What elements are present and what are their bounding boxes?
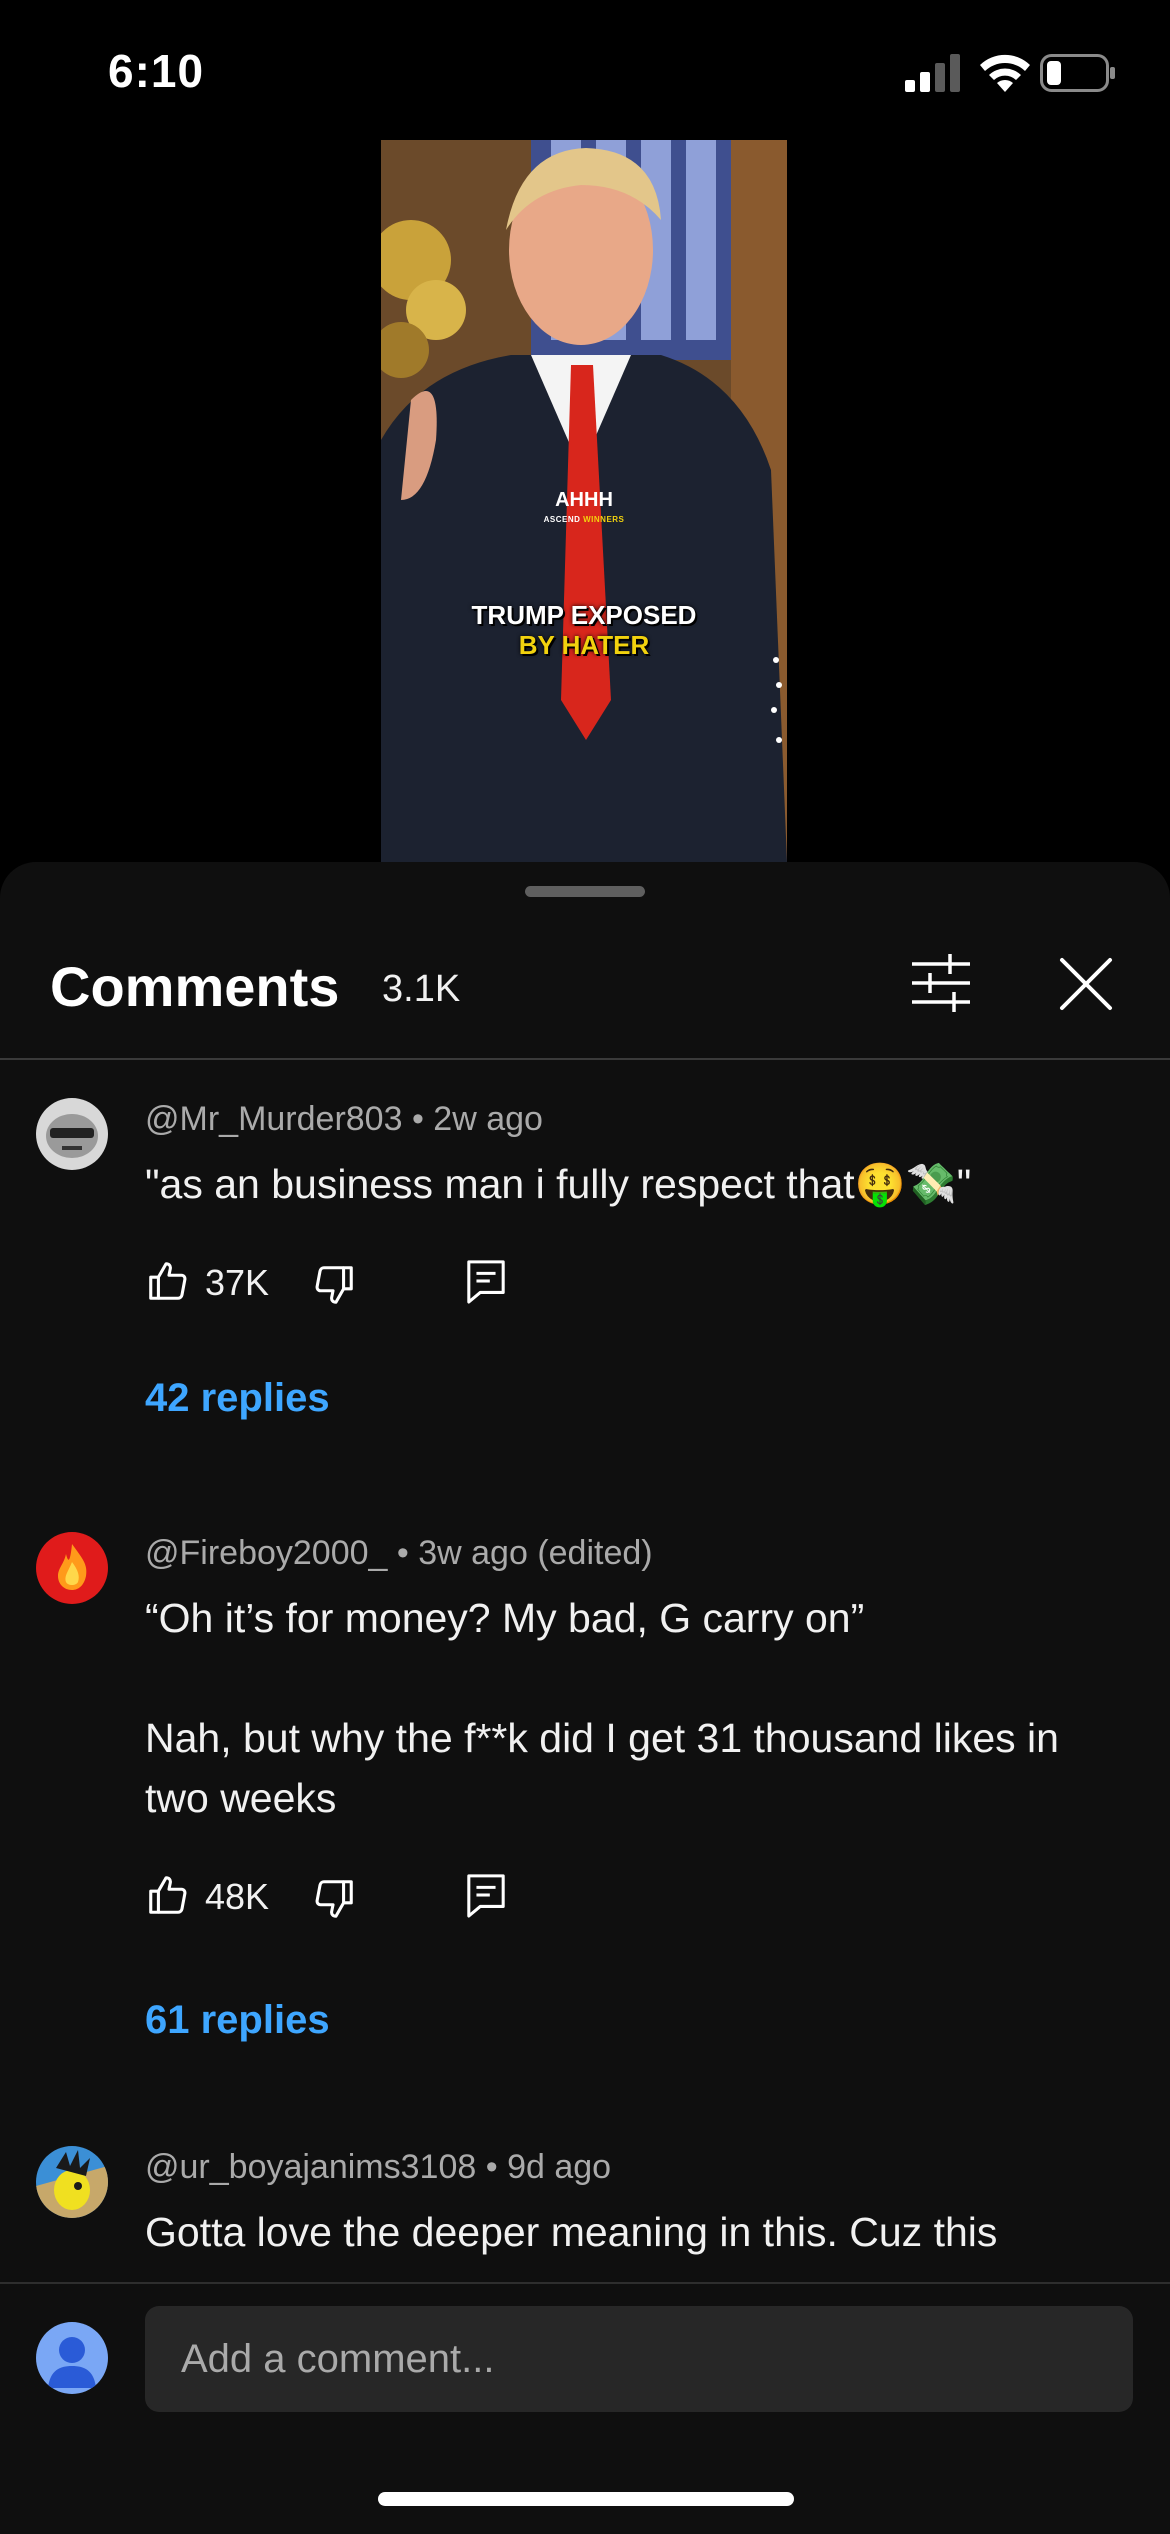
like-count: 37K — [205, 1262, 270, 1303]
wifi-icon — [980, 54, 1030, 92]
avatar[interactable] — [36, 1532, 108, 1604]
comment-age: 3w ago (edited) — [418, 1534, 653, 1572]
comment-author[interactable]: @ur_boyajanims3108 — [145, 2148, 476, 2186]
drag-handle[interactable] — [525, 886, 645, 897]
comment-text-line: “Oh it’s for money? My bad, G carry on” — [145, 1595, 865, 1641]
comment-item: @ur_boyajanims3108 • 9d ago Gotta love t… — [0, 2146, 1170, 2264]
comment-meta: @Fireboy2000_ • 3w ago (edited) — [145, 1534, 653, 1572]
comment-text: Gotta love the deeper meaning in this. C… — [145, 2209, 998, 2255]
user-avatar-icon — [36, 2322, 108, 2394]
comment-text-line: Nah, but why the f**k did I get 31 thous… — [145, 1715, 1059, 1821]
thumbs-down-icon[interactable] — [311, 1876, 357, 1922]
status-time: 6:10 — [108, 45, 205, 97]
close-icon[interactable] — [1058, 956, 1114, 1012]
add-comment-input[interactable] — [145, 2306, 1133, 2412]
status-bar: 6:10 — [0, 0, 1170, 140]
home-indicator[interactable] — [378, 2492, 794, 2506]
comment-meta: @Mr_Murder803 • 2w ago — [145, 1100, 543, 1138]
thumbs-up-icon[interactable] — [145, 1872, 191, 1918]
video-caption-small: AHHH ASCEND WINNERS — [543, 489, 625, 524]
avatar[interactable] — [36, 1098, 108, 1170]
cellular-signal-icon — [905, 54, 960, 92]
view-replies-link[interactable]: 61 replies — [145, 1998, 330, 2043]
thumbs-down-icon[interactable] — [311, 1262, 357, 1308]
video-caption: TRUMP EXPOSED BY HATER — [381, 600, 787, 660]
comment-text: “Oh it’s for money? My bad, G carry on” … — [145, 1588, 1105, 1828]
video-player[interactable]: AHHH ASCEND WINNERS TRUMP EXPOSED BY HAT… — [381, 140, 787, 862]
avatar[interactable] — [36, 2146, 108, 2218]
comment-meta: @ur_boyajanims3108 • 9d ago — [145, 2148, 612, 2186]
comment-age: 9d ago — [507, 2148, 612, 2186]
comments-title: Comments — [50, 955, 340, 1018]
filter-sliders-icon[interactable] — [910, 952, 972, 1014]
battery-icon — [1040, 54, 1115, 92]
comments-count: 3.1K — [382, 968, 461, 1010]
add-comment-bar — [0, 2282, 1170, 2534]
comment-author[interactable]: @Fireboy2000_ — [145, 1534, 387, 1572]
like-count: 48K — [205, 1876, 270, 1917]
view-replies-link[interactable]: 42 replies — [145, 1376, 330, 1421]
reply-comment-icon[interactable] — [465, 1258, 507, 1304]
caption-line-1: TRUMP EXPOSED — [471, 600, 697, 630]
comment-text: "as an business man i fully respect that… — [145, 1161, 972, 1207]
thumbs-up-icon[interactable] — [145, 1258, 191, 1304]
header-divider — [0, 1058, 1170, 1060]
comment-actions: 37K — [145, 1252, 745, 1312]
comment-age: 2w ago — [433, 1100, 543, 1138]
comment-actions: 48K — [145, 1866, 745, 1926]
caption-line-2: BY HATER — [518, 630, 650, 660]
comment-author[interactable]: @Mr_Murder803 — [145, 1100, 403, 1138]
reply-comment-icon[interactable] — [465, 1872, 507, 1918]
